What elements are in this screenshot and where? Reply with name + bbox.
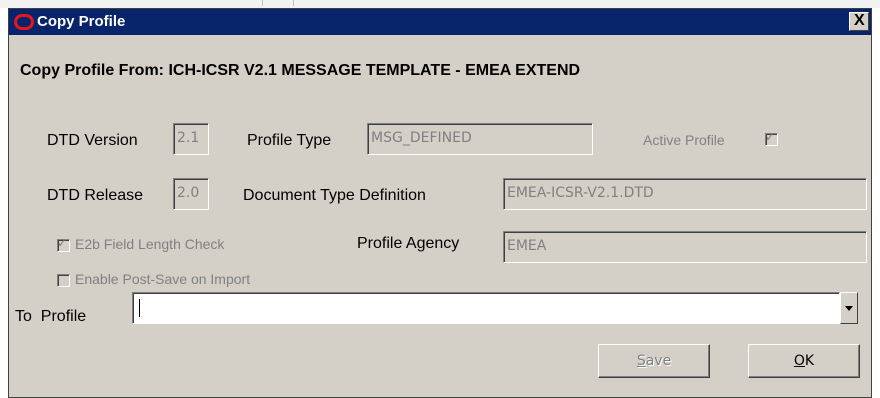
- background-window-strip: [0, 0, 880, 8]
- ok-button[interactable]: OK: [748, 344, 860, 378]
- to-profile-dropdown-button[interactable]: [840, 292, 858, 324]
- checkmark-icon: ✓: [765, 130, 776, 144]
- ok-mnemonic: O: [793, 353, 805, 369]
- dtd-version-value: 2.1: [177, 130, 200, 146]
- close-icon: X: [854, 12, 865, 29]
- profile-type-value: MSG_DEFINED: [371, 130, 472, 146]
- copy-profile-dialog: Copy Profile X Copy Profile From: ICH-IC…: [8, 8, 872, 398]
- document-type-definition-field: EMEA-ICSR-V2.1.DTD: [503, 178, 867, 210]
- dtd-release-field: 2.0: [173, 178, 209, 210]
- to-profile-input[interactable]: [132, 292, 840, 324]
- background-divider: [262, 0, 263, 6]
- background-divider: [293, 0, 294, 6]
- dtd-version-field: 2.1: [173, 123, 209, 155]
- close-button[interactable]: X: [849, 12, 869, 31]
- enable-post-save-checkbox[interactable]: [57, 274, 70, 287]
- active-profile-label: Active Profile: [643, 132, 725, 148]
- profile-type-label: Profile Type: [247, 132, 332, 149]
- profile-agency-label: Profile Agency: [357, 235, 460, 252]
- dtd-release-label: DTD Release: [47, 187, 144, 204]
- dialog-title: Copy Profile: [37, 13, 126, 30]
- to-profile-label: To Profile: [15, 308, 87, 325]
- text-caret: [139, 299, 140, 317]
- ok-label: K: [804, 353, 815, 369]
- document-type-definition-value: EMEA-ICSR-V2.1.DTD: [507, 185, 654, 201]
- save-mnemonic: S: [636, 353, 646, 369]
- copy-from-heading: Copy Profile From: ICH-ICSR V2.1 MESSAGE…: [20, 62, 581, 79]
- title-bar: Copy Profile X: [9, 9, 871, 35]
- dtd-version-label: DTD Version: [47, 132, 138, 149]
- dtd-release-value: 2.0: [177, 185, 200, 201]
- e2b-field-length-check-label: E2b Field Length Check: [75, 236, 225, 252]
- oracle-logo-icon: [14, 14, 34, 30]
- save-label: ave: [645, 353, 672, 369]
- chevron-down-icon: [845, 306, 853, 311]
- document-type-definition-label: Document Type Definition: [243, 187, 426, 204]
- profile-agency-field: EMEA: [503, 231, 867, 263]
- enable-post-save-label: Enable Post-Save on Import: [75, 271, 251, 287]
- e2b-field-length-check-checkbox[interactable]: ✓: [57, 236, 70, 252]
- save-button[interactable]: Save: [598, 344, 710, 378]
- profile-type-field: MSG_DEFINED: [367, 123, 593, 155]
- checkmark-icon: ✓: [57, 236, 68, 250]
- active-profile-checkbox[interactable]: ✓: [765, 130, 778, 146]
- profile-agency-value: EMEA: [507, 238, 547, 254]
